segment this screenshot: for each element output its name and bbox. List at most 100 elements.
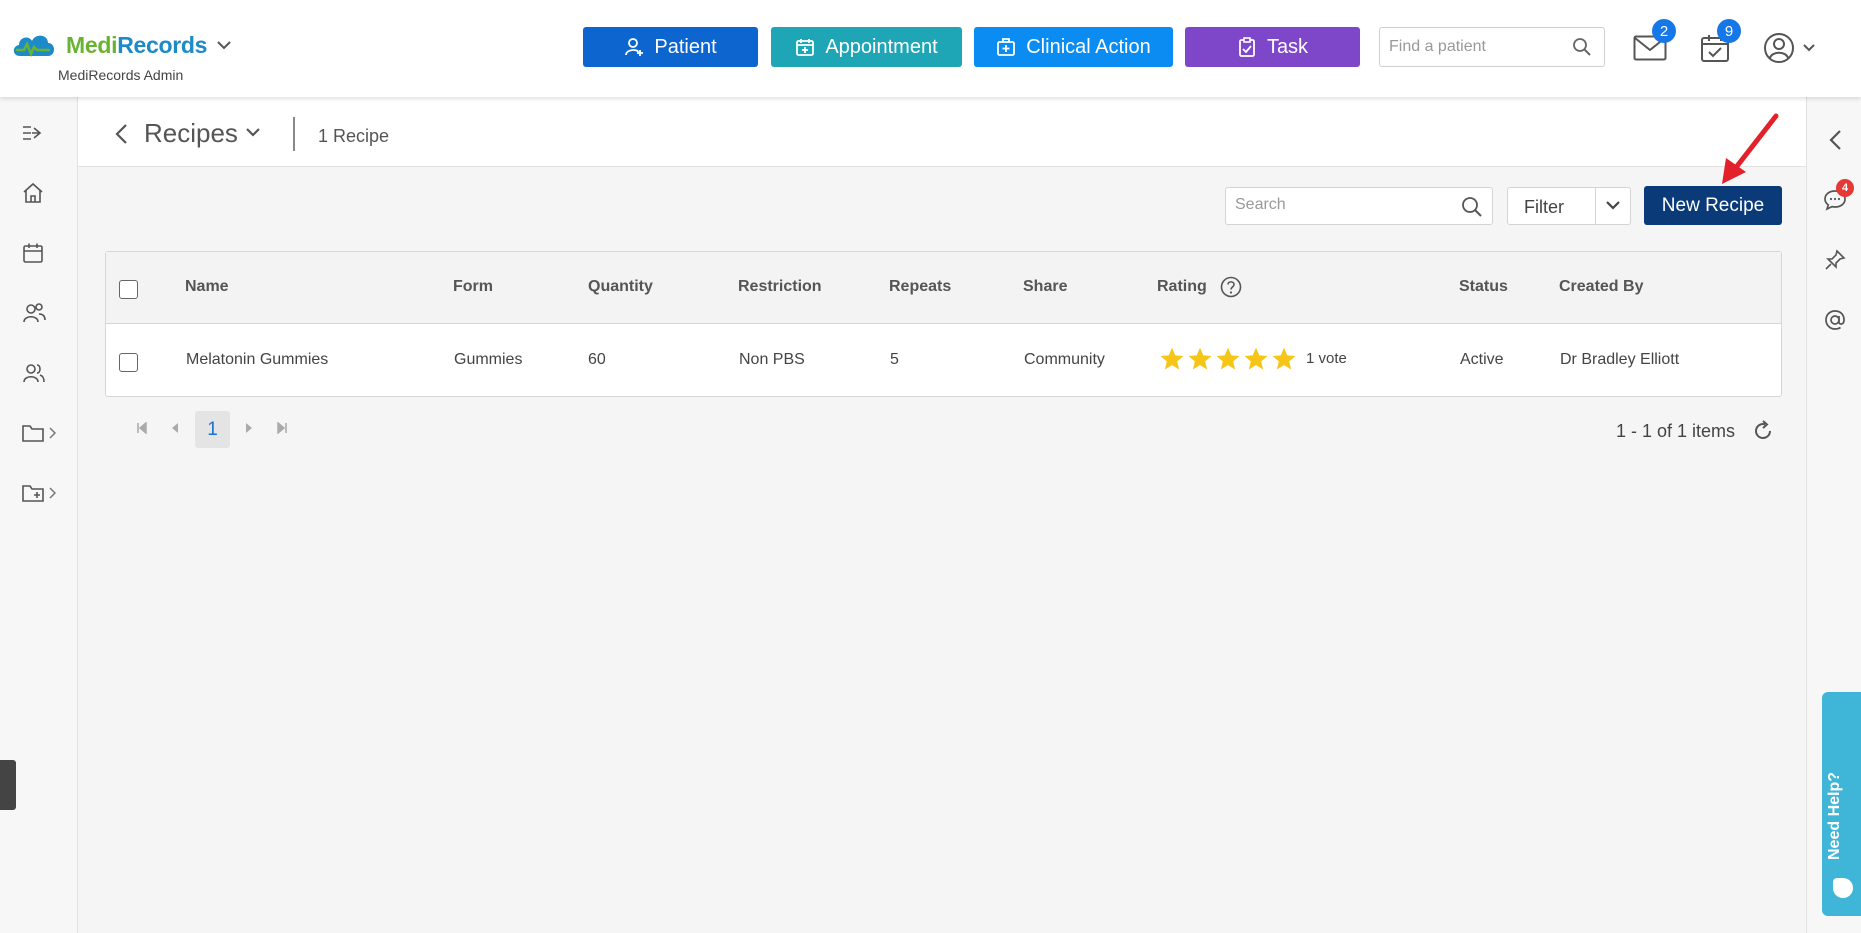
cell-votes: 1 vote [1306,350,1347,367]
chevron-right-icon [49,487,56,499]
chat-button[interactable]: 4 [1822,179,1854,213]
home-icon [23,182,43,203]
cell-name[interactable]: Melatonin Gummies [186,351,328,369]
column-header-share[interactable]: Share [1023,278,1067,296]
sidebar-item-calendar[interactable] [22,237,62,269]
messages-button[interactable]: 2 [1632,19,1676,66]
star-icon[interactable] [1215,346,1241,372]
brand-subtitle: MediRecords Admin [58,67,184,83]
filter-separator [1595,188,1596,224]
header-divider [293,117,295,151]
cell-repeats: 5 [890,351,899,368]
cell-share: Community [1024,351,1105,368]
search-icon[interactable] [1461,196,1483,218]
back-arrow-icon[interactable] [114,123,128,145]
column-header-name[interactable]: Name [185,278,229,296]
task-button-label: Task [1266,35,1309,58]
filter-button[interactable]: Filter [1507,187,1631,225]
star-icon[interactable] [1271,346,1297,372]
mail-count-badge: 2 [1652,19,1676,43]
sidebar-item-users[interactable] [22,357,62,389]
page-header: Recipes 1 Recipe [78,97,1806,167]
task-button[interactable]: Task [1185,27,1360,67]
recipe-search-field[interactable] [1225,187,1493,225]
recipes-table: Name Form Quantity Restriction Repeats S… [105,251,1782,397]
calendar-icon [23,243,43,263]
expand-menu-icon [23,126,42,140]
side-dock-tab[interactable] [0,760,16,810]
calendar-count-badge: 9 [1717,19,1741,43]
new-recipe-button[interactable]: New Recipe [1644,186,1782,225]
patients-icon [23,303,46,323]
select-all-checkbox[interactable] [119,280,138,299]
refresh-icon[interactable] [1752,420,1774,442]
recipe-search-input[interactable] [1235,196,1455,214]
user-menu[interactable] [1763,30,1823,66]
sidebar-item-folders[interactable] [22,417,62,449]
user-avatar-icon [1764,33,1794,63]
annotation-arrow-icon [1722,113,1779,184]
star-icon[interactable] [1187,346,1213,372]
clinical-action-button[interactable]: Clinical Action [974,27,1173,67]
filter-label: Filter [1524,197,1564,217]
pagination: 1 1 - 1 of 1 items [130,411,1780,451]
pin-icon [1825,249,1846,270]
sidebar-item-home[interactable] [22,177,62,209]
rating-stars[interactable] [1159,346,1297,372]
cell-created-by: Dr Bradley Elliott [1560,351,1680,368]
previous-page-icon[interactable] [170,422,180,434]
folder-icon [22,425,44,442]
search-icon[interactable] [1572,37,1592,57]
brand-name: MediRecords [66,31,208,58]
appointment-button[interactable]: Appointment [771,27,962,67]
chat-bubble-icon [1833,878,1853,898]
table-header: Name Form Quantity Restriction Repeats S… [106,252,1781,324]
column-header-restriction[interactable]: Restriction [738,278,822,296]
find-patient-input[interactable] [1389,38,1569,56]
sidebar-item-expand[interactable] [22,117,62,149]
pagination-info: 1 - 1 of 1 items [1616,421,1736,441]
star-icon[interactable] [1243,346,1269,372]
chevron-right-icon [49,427,56,439]
sidebar-item-new-folder[interactable] [22,477,62,509]
calendar-tasks-button[interactable]: 9 [1697,19,1741,66]
folder-add-icon [22,485,44,502]
first-page-icon[interactable] [136,422,148,434]
patient-button[interactable]: Patient [583,27,758,67]
appointment-button-label: Appointment [825,35,938,58]
cell-form: Gummies [454,351,523,368]
calendar-add-icon [796,39,815,56]
cloud-logo-icon [13,35,55,58]
chevron-down-icon[interactable] [217,40,231,50]
column-header-status[interactable]: Status [1459,278,1508,296]
help-icon[interactable] [1220,276,1242,298]
column-header-created-by[interactable]: Created By [1559,278,1643,296]
page-title[interactable]: Recipes [144,118,238,149]
need-help-label: Need Help? [1826,771,1843,860]
clinical-action-button-label: Clinical Action [1026,35,1151,58]
recipe-count: 1 Recipe [318,126,390,146]
sidebar-item-patients[interactable] [22,297,62,329]
column-header-form[interactable]: Form [453,278,493,296]
patient-button-label: Patient [654,35,717,58]
column-header-quantity[interactable]: Quantity [588,278,653,296]
page-button-current[interactable]: 1 [195,411,230,448]
mentions-button[interactable] [1822,307,1848,333]
mention-icon [1825,310,1845,330]
pin-button[interactable] [1822,247,1848,273]
find-patient-field[interactable] [1379,27,1605,67]
column-header-repeats[interactable]: Repeats [889,278,951,296]
medical-kit-icon [997,38,1016,56]
last-page-icon[interactable] [276,422,288,434]
chevron-down-icon[interactable] [1606,200,1620,210]
users-icon [23,364,45,383]
row-checkbox[interactable] [119,353,138,372]
star-icon[interactable] [1159,346,1185,372]
chevron-down-icon[interactable] [246,127,260,137]
need-help-tab[interactable]: Need Help? [1822,692,1861,916]
next-page-icon[interactable] [244,422,254,434]
brand-switcher[interactable]: MediRecords [10,28,231,62]
column-header-rating[interactable]: Rating [1157,278,1207,296]
collapse-panel-button[interactable] [1822,127,1848,153]
cell-status: Active [1460,351,1504,368]
